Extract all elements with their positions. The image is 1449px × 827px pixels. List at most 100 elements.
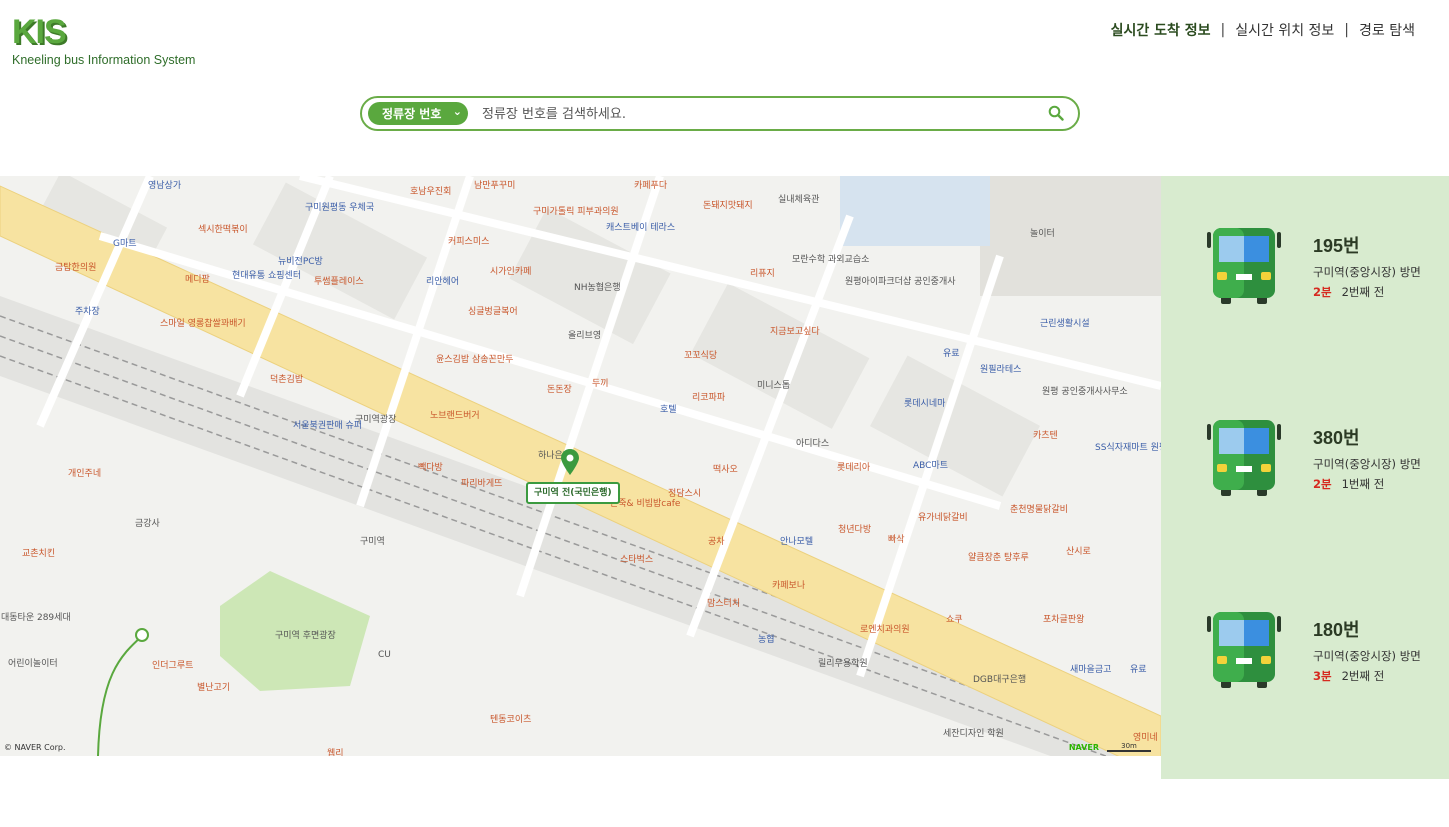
- nav-route-search[interactable]: 경로 탐색: [1359, 20, 1415, 40]
- map-place-label[interactable]: 구미역 후면광장: [275, 628, 336, 641]
- eta-minutes: 3분: [1313, 669, 1332, 683]
- map-place-label[interactable]: 호텔: [660, 402, 677, 415]
- map-place-label[interactable]: 금강사: [135, 516, 160, 529]
- map-place-label[interactable]: 원필라테스: [980, 362, 1021, 375]
- map-place-label[interactable]: 구미역: [360, 534, 385, 547]
- map-place-label[interactable]: 떡사오: [713, 462, 738, 475]
- arrival-card[interactable]: 195번 구미역(중앙시장) 방면 2분 2번째 전: [1205, 226, 1445, 316]
- map-place-label[interactable]: 싱글벙글복어: [468, 304, 518, 317]
- map-place-label[interactable]: 산시로: [1066, 544, 1091, 557]
- map-place-label[interactable]: 구미가톨릭 피부과의원: [533, 204, 619, 217]
- nav-arrival-info[interactable]: 실시간 도착 정보: [1111, 20, 1211, 40]
- map-place-label[interactable]: 메디팜: [185, 272, 210, 285]
- map-place-label[interactable]: 호남우진회: [410, 184, 451, 197]
- map-place-label[interactable]: 빽다방: [418, 460, 443, 473]
- map-place-label[interactable]: 올리브영: [568, 328, 601, 341]
- arrival-card[interactable]: 380번 구미역(중앙시장) 방면 2분 1번째 전: [1205, 418, 1445, 508]
- map-place-label[interactable]: 남만푸꾸미: [474, 178, 515, 191]
- map-place-label[interactable]: 돈돈장: [547, 382, 572, 395]
- map-place-label[interactable]: 개인주네: [68, 466, 101, 479]
- map-place-label[interactable]: 캐스트베이 테라스: [606, 220, 675, 233]
- selected-stop-label[interactable]: 구미역 전(국민은행): [526, 482, 620, 504]
- map-place-label[interactable]: 공차: [708, 534, 725, 547]
- map-place-label[interactable]: 서울북권판매 슈퍼: [293, 418, 362, 431]
- map-place-label[interactable]: 현대유통 쇼핑센터: [232, 268, 301, 281]
- map-place-label[interactable]: G마트: [113, 236, 137, 249]
- search-icon[interactable]: [1048, 105, 1064, 121]
- map-place-label[interactable]: 원평 공인중개사사무소: [1042, 384, 1128, 397]
- search-type-select[interactable]: 정류장 번호 ⌄: [368, 102, 468, 125]
- map-place-label[interactable]: 스마일 영롱찹쌀꽈배기: [160, 316, 246, 329]
- map-pin-icon[interactable]: [559, 448, 581, 476]
- map-place-label[interactable]: 안나모텔: [780, 534, 813, 547]
- map-place-label[interactable]: 실내체육관: [778, 192, 819, 205]
- map-place-label[interactable]: 돈돼지맛돼지: [703, 198, 753, 211]
- map-place-label[interactable]: 뉴비전PC방: [278, 254, 323, 267]
- map-place-label[interactable]: 쇼쿠: [946, 612, 963, 625]
- map-place-label[interactable]: 두끼: [592, 376, 609, 389]
- map-place-label[interactable]: 카츠텐: [1033, 428, 1058, 441]
- map-place-label[interactable]: 구미원평동 우체국: [305, 200, 374, 213]
- map-place-label[interactable]: 영남상가: [148, 178, 181, 191]
- map-place-label[interactable]: 시가인카페: [490, 264, 531, 277]
- map-place-label[interactable]: 청년다방: [838, 522, 871, 535]
- map-place-label[interactable]: 대동타운 289세대: [1, 610, 71, 623]
- map-place-label[interactable]: 원평아이파크더샵 공인중개사: [845, 274, 956, 287]
- map-place-label[interactable]: 윤스김밥 삼송꼰만두: [436, 352, 513, 365]
- map-place-label[interactable]: 리안헤어: [426, 274, 459, 287]
- map-place-label[interactable]: SS식자재마트 원평점: [1095, 440, 1161, 453]
- map-place-label[interactable]: 아디다스: [796, 436, 829, 449]
- map-place-label[interactable]: 인더그루트: [152, 658, 193, 671]
- map-place-label[interactable]: 릴리무용학원: [818, 656, 868, 669]
- map-place-label[interactable]: 새마을금고: [1070, 662, 1111, 675]
- map-place-label[interactable]: 웹리: [327, 746, 344, 756]
- map-place-label[interactable]: 교촌치킨: [22, 546, 55, 559]
- map-place-label[interactable]: 근린생활시설: [1040, 316, 1090, 329]
- map-place-label[interactable]: 섹시한떡볶이: [198, 222, 248, 235]
- map-place-label[interactable]: 유료: [943, 346, 960, 359]
- map-place-label[interactable]: 덕촌김밥: [270, 372, 303, 385]
- map-place-label[interactable]: 로엔치과의원: [860, 622, 910, 635]
- map-place-label[interactable]: CU: [378, 650, 391, 660]
- map-place-label[interactable]: 본죽& 비빔밥cafe: [610, 496, 680, 509]
- map-place-label[interactable]: 구미역광장: [355, 412, 396, 425]
- map-place-label[interactable]: 유가네닭갈비: [918, 510, 968, 523]
- map-place-label[interactable]: 스타벅스: [620, 552, 653, 565]
- map-place-label[interactable]: 파리바게뜨: [461, 476, 502, 489]
- map-place-label[interactable]: DGB대구은행: [973, 672, 1026, 685]
- map-place-label[interactable]: 카페보나: [772, 578, 805, 591]
- map-place-label[interactable]: 텐동코이츠: [490, 712, 531, 725]
- map-place-label[interactable]: 농협: [758, 632, 775, 645]
- map-place-label[interactable]: 노브랜드버거: [430, 408, 480, 421]
- map-place-label[interactable]: 지금보고싶다: [770, 324, 820, 337]
- map-place-label[interactable]: 세잔디자인 학원: [943, 726, 1004, 739]
- map-place-label[interactable]: 꼬꼬식당: [684, 348, 717, 361]
- map-place-label[interactable]: 유료: [1130, 662, 1147, 675]
- arrival-card[interactable]: 180번 구미역(중앙시장) 방면 3분 2번째 전: [1205, 610, 1445, 700]
- map-place-label[interactable]: 미니스톱: [757, 378, 790, 391]
- map-place-label[interactable]: 금탑한의원: [55, 260, 96, 273]
- logo[interactable]: KIS Kneeling bus Information System: [12, 14, 195, 67]
- map-place-label[interactable]: 커피스미스: [448, 234, 489, 247]
- map-view[interactable]: 영남상가구미원평동 우체국 호남우진회 남만푸꾸미구미가톨릭 피부과의원 카페푸다돈돼…: [0, 176, 1161, 756]
- map-place-label[interactable]: 모란수학 과외교습소: [792, 252, 869, 265]
- nav-location-info[interactable]: 실시간 위치 정보: [1235, 20, 1334, 40]
- map-place-label[interactable]: 투썸플레이스: [314, 274, 364, 287]
- map-place-label[interactable]: 얄큼장춘 탕후루: [968, 550, 1029, 563]
- map-place-label[interactable]: 롯데시네마: [904, 396, 945, 409]
- map-place-label[interactable]: 주차장: [75, 304, 100, 317]
- map-place-label[interactable]: NH농협은행: [574, 280, 621, 293]
- map-place-label[interactable]: 카페푸다: [634, 178, 667, 191]
- search-input[interactable]: [480, 102, 1044, 127]
- map-place-label[interactable]: 리코파파: [692, 390, 725, 403]
- map-place-label[interactable]: 포차글판왕: [1043, 612, 1084, 625]
- map-place-label[interactable]: 춘천명물닭갈비: [1010, 502, 1068, 515]
- map-place-label[interactable]: 리퓨지: [750, 266, 775, 279]
- map-place-label[interactable]: 맘스터치: [707, 596, 740, 609]
- map-place-label[interactable]: 어린이놀이터: [8, 656, 58, 669]
- map-place-label[interactable]: 롯데리아: [837, 460, 870, 473]
- map-place-label[interactable]: 별난고기: [197, 680, 230, 693]
- map-place-label[interactable]: ABC마트: [913, 458, 948, 471]
- map-place-label[interactable]: 빠삭: [888, 532, 905, 545]
- map-place-label[interactable]: 놀이터: [1030, 226, 1055, 239]
